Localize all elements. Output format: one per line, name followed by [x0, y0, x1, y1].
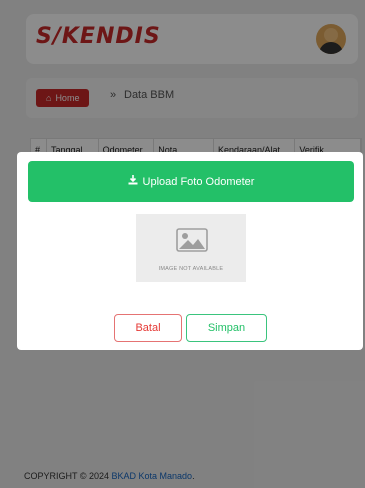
- upload-photo-label: Upload Foto Odometer: [142, 175, 255, 188]
- cancel-button[interactable]: Batal: [114, 314, 182, 342]
- upload-modal: Upload Foto Odometer IMAGE NOT AVAILABLE…: [17, 152, 363, 350]
- odometer-photo-placeholder: IMAGE NOT AVAILABLE: [136, 214, 246, 282]
- upload-photo-button[interactable]: Upload Foto Odometer: [28, 161, 354, 202]
- save-button[interactable]: Simpan: [186, 314, 267, 342]
- image-placeholder-icon: [176, 228, 208, 252]
- upload-icon: [128, 175, 138, 188]
- image-not-available-text: IMAGE NOT AVAILABLE: [158, 266, 224, 272]
